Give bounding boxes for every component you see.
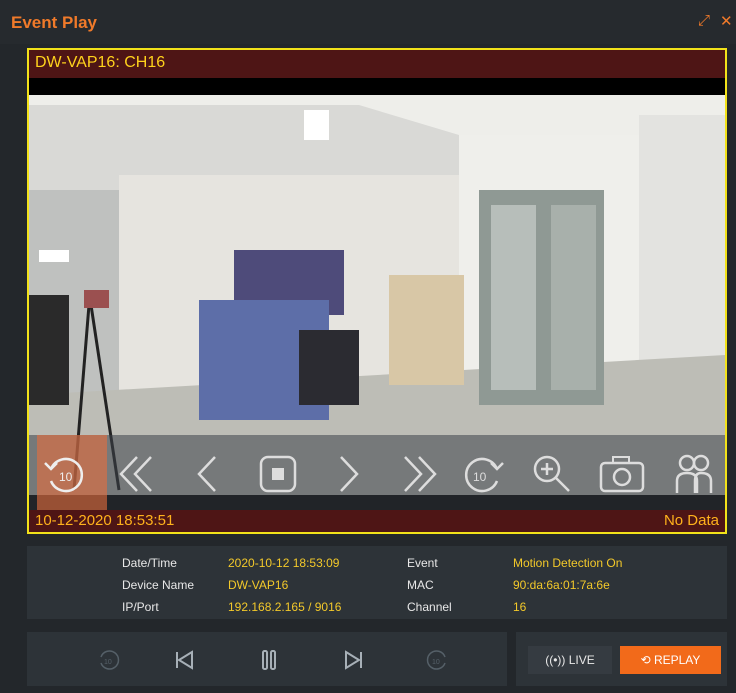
live-label: LIVE: [568, 653, 595, 667]
device-name-label: Device Name: [122, 578, 195, 592]
step-back-button[interactable]: [181, 447, 235, 501]
rewind-10s-icon: 10: [44, 457, 83, 493]
playback-bar: 10 10: [27, 632, 507, 686]
zoom-in-icon: [533, 455, 570, 492]
stop-button[interactable]: [251, 447, 305, 501]
live-button[interactable]: ((•)) LIVE: [528, 646, 612, 674]
ip-port-label: IP/Port: [122, 600, 159, 614]
replay-icon: ⟲: [640, 653, 654, 667]
event-info-panel: Date/Time 2020-10-12 18:53:09 Device Nam…: [27, 546, 727, 619]
date-time-label: Date/Time: [122, 556, 177, 570]
step-forward-button[interactable]: [321, 447, 375, 501]
date-time-value: 2020-10-12 18:53:09: [228, 556, 340, 570]
ip-port-value: 192.168.2.165 / 9016: [228, 600, 342, 614]
mac-value: 90:da:6a:01:7a:6e: [513, 578, 610, 592]
channel-value: 16: [513, 600, 527, 614]
pause-icon[interactable]: [255, 646, 283, 674]
replay-label: REPLAY: [653, 653, 701, 667]
svg-text:10: 10: [59, 470, 73, 484]
snapshot-button[interactable]: [595, 447, 649, 501]
rewind-10s-button[interactable]: 10: [37, 435, 107, 515]
replay-button[interactable]: ⟲ REPLAY: [620, 646, 721, 674]
forward-10s-button[interactable]: 10: [457, 447, 511, 501]
forward-10s-icon: 10: [465, 457, 504, 493]
mode-panel: ((•)) LIVE ⟲ REPLAY: [516, 632, 727, 686]
svg-text:10: 10: [432, 659, 440, 666]
svg-text:10: 10: [473, 470, 487, 484]
snapshot-icon: [599, 456, 645, 493]
fast-rewind-button[interactable]: [111, 447, 165, 501]
step-back-icon: [197, 456, 216, 492]
channel-bar: DW-VAP16: CH16: [29, 50, 725, 78]
forward-10s-icon[interactable]: 10: [423, 646, 451, 674]
status-bar: 10-12-2020 18:53:51 No Data: [29, 510, 725, 532]
event-value: Motion Detection On: [513, 556, 623, 570]
fast-forward-button[interactable]: [391, 447, 445, 501]
broadcast-icon: ((•)): [545, 653, 569, 667]
fast-forward-icon: [404, 456, 437, 492]
title-bar: Event Play ⤢ ✕: [0, 0, 736, 44]
channel-label: DW-VAP16: CH16: [35, 54, 166, 71]
skip-forward-icon[interactable]: [340, 646, 368, 674]
no-data-label: No Data: [663, 512, 719, 529]
channel-info-label: Channel: [407, 600, 452, 614]
expand-icon[interactable]: ⤢: [698, 12, 710, 29]
close-icon[interactable]: ✕: [720, 12, 733, 30]
video-timestamp: 10-12-2020 18:53:51: [35, 512, 175, 529]
step-forward-icon: [340, 456, 359, 492]
user-icon: [675, 454, 713, 493]
event-label: Event: [407, 556, 438, 570]
device-name-value: DW-VAP16: [228, 578, 289, 592]
window-title: Event Play: [11, 13, 97, 32]
user-button[interactable]: [665, 447, 719, 501]
mac-label: MAC: [407, 578, 434, 592]
rewind-10s-icon[interactable]: 10: [95, 646, 123, 674]
stop-icon: [259, 455, 297, 493]
fast-rewind-icon: [119, 456, 152, 492]
event-play-window: Event Play ⤢ ✕ DW-VAP16: CH16 10 10 10-1…: [0, 0, 736, 693]
video-viewer[interactable]: DW-VAP16: CH16 10 10 10-12-2020 18:53:51…: [27, 48, 727, 534]
zoom-in-button[interactable]: [525, 447, 579, 501]
skip-back-icon[interactable]: [170, 646, 198, 674]
video-controls: 10 10: [29, 435, 725, 515]
svg-text:10: 10: [104, 659, 112, 666]
